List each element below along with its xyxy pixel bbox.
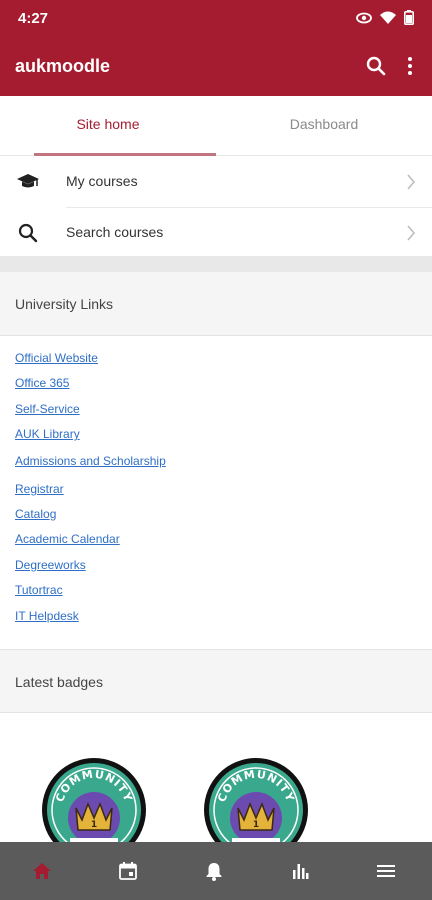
link-office-365[interactable]: Office 365 — [15, 376, 69, 390]
tab-site-home[interactable]: Site home — [0, 96, 216, 156]
battery-icon — [404, 10, 414, 25]
search-icon[interactable] — [364, 54, 388, 78]
nav-grades[interactable] — [258, 842, 344, 900]
link-registrar[interactable]: Registrar — [15, 482, 64, 496]
my-courses-label: My courses — [66, 173, 138, 189]
section-divider — [0, 256, 432, 272]
link-catalog[interactable]: Catalog — [15, 507, 56, 521]
search-courses-label: Search courses — [66, 224, 164, 240]
status-time: 4:27 — [18, 10, 49, 27]
bottom-navigation — [0, 842, 432, 900]
status-bar: 4:27 — [0, 0, 432, 38]
badge-number: 1 — [253, 820, 259, 830]
badge-number: 1 — [91, 820, 97, 830]
nav-calendar[interactable] — [86, 842, 172, 900]
link-academic-calendar[interactable]: Academic Calendar — [15, 532, 120, 546]
link-degreeworks[interactable]: Degreeworks — [15, 558, 86, 572]
link-official-website[interactable]: Official Website — [15, 351, 98, 365]
link-self-service[interactable]: Self-Service — [15, 402, 80, 416]
eye-icon — [356, 12, 372, 23]
more-vert-icon[interactable] — [398, 54, 422, 78]
bell-icon — [206, 863, 222, 881]
nav-home[interactable] — [0, 842, 86, 900]
link-tutortrac[interactable]: Tutortrac — [15, 583, 63, 597]
search-courses-item[interactable]: Search courses — [0, 207, 432, 257]
link-admissions[interactable]: Admissions and Scholarship — [15, 454, 166, 468]
tab-dashboard[interactable]: Dashboard — [216, 96, 432, 156]
status-icons — [356, 10, 414, 25]
link-auk-library[interactable]: AUK Library — [15, 427, 80, 441]
app-title: aukmoodle — [15, 56, 111, 76]
my-courses-item[interactable]: My courses — [0, 157, 432, 207]
nav-more-menu[interactable] — [344, 842, 430, 900]
home-icon — [33, 863, 51, 879]
app-bar: aukmoodle — [0, 38, 432, 96]
active-tab-indicator — [34, 153, 216, 156]
calendar-icon — [119, 862, 137, 880]
latest-badges-header: Latest badges — [0, 649, 432, 713]
link-it-helpdesk[interactable]: IT Helpdesk — [15, 609, 79, 623]
graduation-cap-icon — [17, 174, 39, 188]
chevron-right-icon — [407, 174, 416, 190]
search-icon — [18, 223, 38, 243]
bar-chart-icon — [293, 864, 309, 879]
wifi-icon — [380, 11, 396, 24]
university-links-title: University Links — [15, 296, 114, 312]
menu-icon — [377, 865, 395, 877]
nav-notifications[interactable] — [172, 842, 258, 900]
chevron-right-icon — [407, 225, 416, 241]
university-links-header: University Links — [0, 272, 432, 336]
tab-bar: Site home Dashboard — [0, 96, 432, 156]
latest-badges-title: Latest badges — [15, 674, 103, 690]
